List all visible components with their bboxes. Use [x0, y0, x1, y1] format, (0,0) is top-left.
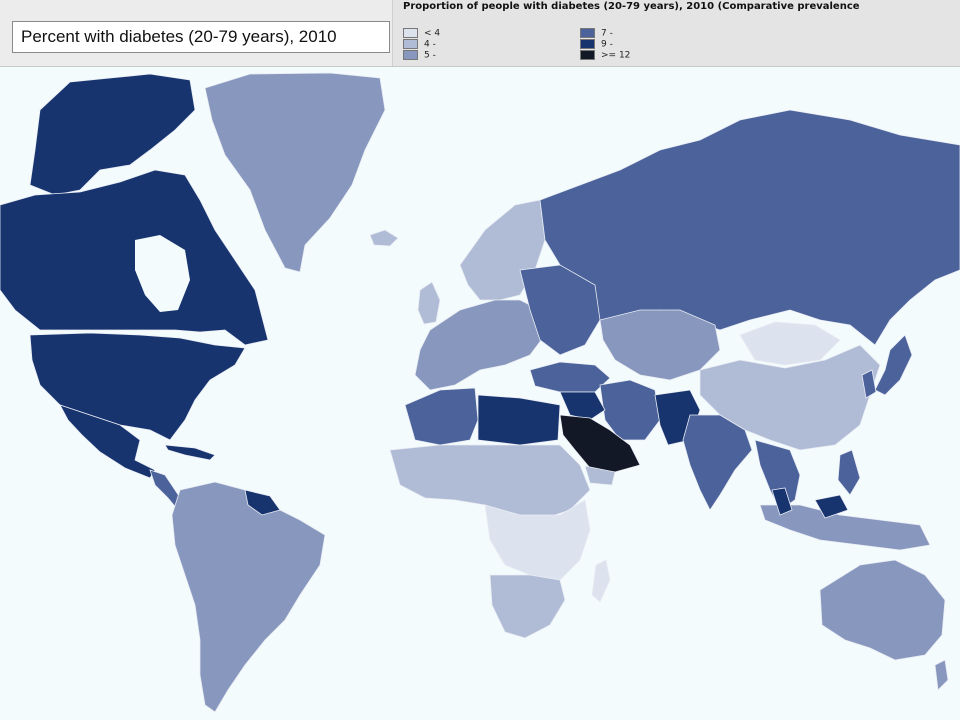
- legend-item-under-4: < 4: [403, 28, 440, 39]
- map-legend: Proportion of people with diabetes (20-7…: [392, 0, 960, 66]
- legend-item-5: 5 -: [403, 50, 436, 61]
- legend-swatch: [403, 50, 418, 60]
- region-northeast-africa[interactable]: [477, 394, 561, 446]
- legend-label: 9 -: [601, 39, 613, 50]
- legend-label: 7 -: [601, 28, 613, 39]
- legend-swatch: [580, 50, 595, 60]
- legend-item-7: 7 -: [580, 28, 613, 39]
- legend-label: < 4: [424, 28, 441, 39]
- legend-item-12-plus: >= 12: [580, 50, 630, 61]
- legend-swatch: [403, 28, 418, 38]
- legend-item-9: 9 -: [580, 39, 613, 50]
- legend-item-4: 4 -: [403, 39, 436, 50]
- indicator-select[interactable]: Percent with diabetes (20-79 years), 201…: [12, 21, 390, 53]
- legend-label: 5 -: [424, 50, 436, 61]
- world-choropleth-map[interactable]: [0, 72, 960, 720]
- legend-swatch: [580, 28, 595, 38]
- legend-label: >= 12: [601, 50, 631, 61]
- legend-title: Proportion of people with diabetes (20-7…: [403, 1, 860, 12]
- legend-label: 4 -: [424, 39, 436, 50]
- legend-swatch: [580, 39, 595, 49]
- legend-swatch: [403, 39, 418, 49]
